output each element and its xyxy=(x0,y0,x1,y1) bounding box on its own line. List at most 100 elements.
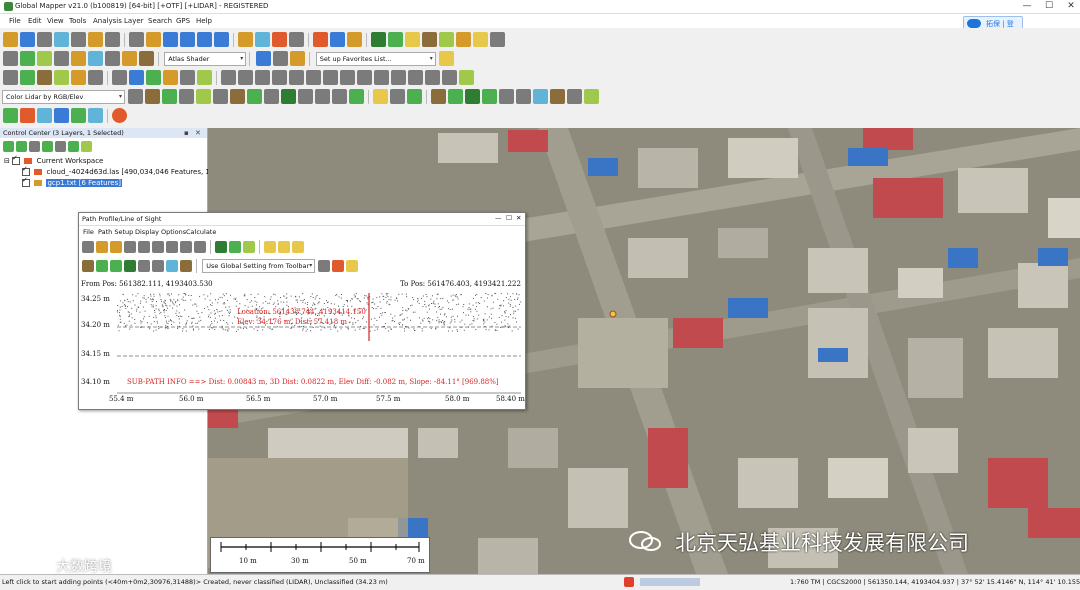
menu-edit[interactable]: Edit xyxy=(28,17,42,25)
lidar-house-icon[interactable] xyxy=(516,89,532,104)
pp-menu-file[interactable]: File xyxy=(83,228,94,236)
menu-help[interactable]: Help xyxy=(196,17,212,25)
shader-select[interactable]: Atlas Shader ▾ xyxy=(164,51,247,66)
pp-menu-calculate[interactable]: Calculate xyxy=(186,228,216,236)
track-icon[interactable] xyxy=(54,108,69,123)
profile-icon[interactable] xyxy=(105,51,120,66)
lidar-ground-icon[interactable] xyxy=(145,89,161,104)
menu-analysis[interactable]: Analysis xyxy=(93,17,122,25)
pp-filter-icon[interactable] xyxy=(346,260,359,272)
layer-options-icon[interactable] xyxy=(16,141,27,152)
lidar-wire-icon[interactable] xyxy=(230,89,246,104)
lidar-select-icon[interactable] xyxy=(332,89,348,104)
lidar-filter-icon[interactable] xyxy=(128,89,144,104)
arrow-icon[interactable] xyxy=(37,51,52,66)
connect-icon[interactable] xyxy=(340,70,355,85)
pp-points-icon[interactable] xyxy=(318,260,331,272)
layer-icon[interactable] xyxy=(88,32,103,47)
copy-icon[interactable] xyxy=(255,32,270,47)
back-icon[interactable] xyxy=(197,32,212,47)
close-button[interactable]: ✕ xyxy=(1060,0,1080,13)
attach-icon[interactable] xyxy=(425,70,440,85)
pp-flag-icon[interactable] xyxy=(264,241,276,253)
panel-close-icon[interactable]: ✕ xyxy=(195,129,201,137)
lidar-color-select[interactable]: Color Lidar by RGB/Elev ▾ xyxy=(2,89,125,104)
funnel-icon[interactable] xyxy=(373,89,389,104)
pin-icon[interactable]: ▪ xyxy=(184,129,189,137)
pp-building-icon[interactable] xyxy=(152,260,164,272)
pp-pan-icon[interactable] xyxy=(96,241,108,253)
target-icon[interactable] xyxy=(129,70,144,85)
open-folder-icon[interactable] xyxy=(3,32,18,47)
scissor-icon[interactable] xyxy=(390,89,406,104)
extend-icon[interactable] xyxy=(306,70,321,85)
menu-gps[interactable]: GPS xyxy=(176,17,190,25)
play-icon[interactable] xyxy=(3,108,18,123)
lidar-tree-icon[interactable] xyxy=(247,89,263,104)
lidar-water-icon[interactable] xyxy=(533,89,549,104)
web-icon[interactable] xyxy=(256,51,272,66)
draw-area-icon[interactable] xyxy=(20,70,35,85)
maximize-button[interactable]: ☐ xyxy=(1038,0,1060,13)
pp-bush-icon[interactable] xyxy=(110,260,122,272)
lidar-color-icon[interactable] xyxy=(349,89,365,104)
hills-icon[interactable] xyxy=(139,51,154,66)
tree-icon[interactable] xyxy=(20,51,35,66)
lidar-path-icon[interactable] xyxy=(315,89,331,104)
layer-up-icon[interactable] xyxy=(29,141,40,152)
join-icon[interactable] xyxy=(323,70,338,85)
pp-ground-icon[interactable] xyxy=(180,260,192,272)
paste-icon[interactable] xyxy=(289,32,304,47)
favorites-select[interactable]: Set up Favorites List... ▾ xyxy=(315,51,436,66)
gps-icon[interactable] xyxy=(88,108,103,123)
buffer-icon[interactable] xyxy=(357,70,372,85)
star-icon[interactable] xyxy=(438,51,454,66)
pp-house-icon[interactable] xyxy=(138,260,150,272)
pp-global-setting-select[interactable]: Use Global Setting from Toolbar ▾ xyxy=(202,259,316,273)
lidar-mountain-icon[interactable] xyxy=(431,89,447,104)
lidar-noise-icon[interactable] xyxy=(281,89,297,104)
minimize-button[interactable]: — xyxy=(495,214,502,222)
pp-zoom-icon[interactable] xyxy=(124,241,136,253)
record-icon[interactable] xyxy=(71,108,86,123)
menu-tools[interactable]: Tools xyxy=(69,17,86,25)
snap-icon[interactable] xyxy=(163,70,178,85)
contour-icon[interactable] xyxy=(405,32,420,47)
globe-icon[interactable] xyxy=(20,32,35,47)
viewshed-icon[interactable] xyxy=(439,32,454,47)
scale-icon[interactable] xyxy=(255,70,270,85)
minimize-button[interactable]: — xyxy=(1016,0,1038,13)
reshape-icon[interactable] xyxy=(238,70,253,85)
menu-view[interactable]: View xyxy=(47,17,64,25)
pp-water-icon[interactable] xyxy=(166,260,178,272)
pp-chart-icon[interactable] xyxy=(229,241,241,253)
layer-down-icon[interactable] xyxy=(42,141,53,152)
layer-refresh-icon[interactable] xyxy=(68,141,79,152)
pp-menu-path-setup[interactable]: Path Setup xyxy=(98,228,133,236)
draw-line-icon[interactable] xyxy=(3,70,18,85)
pp-los-icon[interactable] xyxy=(243,241,255,253)
highlight-icon[interactable] xyxy=(71,51,86,66)
flag-icon[interactable] xyxy=(473,32,488,47)
edit-feature-icon[interactable] xyxy=(37,70,52,85)
layer-checkbox[interactable] xyxy=(22,165,30,176)
lidar-table-icon[interactable] xyxy=(499,89,515,104)
find-icon[interactable] xyxy=(347,32,362,47)
pp-select-icon[interactable] xyxy=(82,241,94,253)
pause-icon[interactable] xyxy=(37,108,52,123)
terrain-icon[interactable] xyxy=(371,32,386,47)
pp-forest-icon[interactable] xyxy=(96,260,108,272)
zoom-out-icon[interactable] xyxy=(180,32,195,47)
pp-terrain-icon[interactable] xyxy=(215,241,227,253)
pp-clear-icon[interactable] xyxy=(332,260,345,272)
info-icon[interactable] xyxy=(330,32,345,47)
layer-metadata-icon[interactable] xyxy=(55,141,66,152)
vertex-icon[interactable] xyxy=(54,70,69,85)
merge-icon[interactable] xyxy=(88,70,103,85)
offset-icon[interactable] xyxy=(272,70,287,85)
tool-icon[interactable] xyxy=(407,89,423,104)
split-icon[interactable] xyxy=(71,70,86,85)
menu-file[interactable]: File xyxy=(9,17,21,25)
config-icon[interactable] xyxy=(105,32,120,47)
pp-fit-icon[interactable] xyxy=(138,241,150,253)
